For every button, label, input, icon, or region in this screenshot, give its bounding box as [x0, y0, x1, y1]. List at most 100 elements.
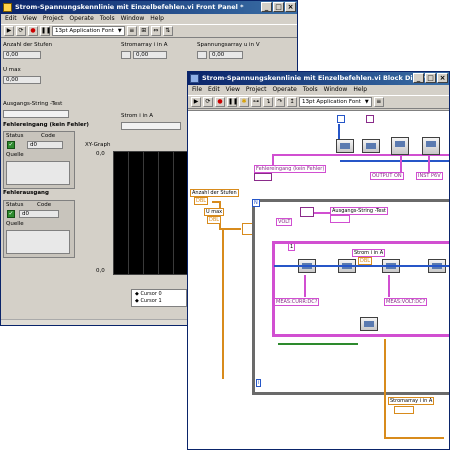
quelle-field[interactable]	[6, 161, 70, 185]
run-continuous-icon[interactable]: ⟳	[203, 97, 213, 107]
cursor-0-item[interactable]: ◆ Cursor 0	[135, 291, 183, 298]
step-into-icon[interactable]: ↴	[263, 97, 273, 107]
strom-terminal[interactable]: DBL	[358, 257, 373, 265]
grid-line	[173, 152, 174, 274]
format-wire	[314, 212, 330, 214]
visa-open-vi[interactable]	[336, 139, 354, 153]
build-array-vi[interactable]	[360, 317, 378, 331]
ausgang-terminal[interactable]	[330, 215, 350, 223]
anzahl-terminal[interactable]: DBL	[194, 197, 209, 205]
menu-edit[interactable]: Edit	[5, 14, 17, 24]
abort-icon[interactable]: ●	[215, 97, 225, 107]
umax-label: U max	[3, 67, 21, 73]
menu-view[interactable]: View	[226, 85, 240, 95]
block-diagram-titlebar[interactable]: Strom-Spannungskennlinie mit Einzelbefeh…	[188, 72, 449, 85]
string-wire	[400, 155, 402, 172]
step-over-icon[interactable]: ↷	[275, 97, 285, 107]
block-diagram-toolbar: ▶ ⟳ ● ❚❚ ✱ ⊶ ↴ ↷ ↥ 13pt Application Font…	[188, 95, 449, 109]
close-button[interactable]: ×	[285, 2, 296, 12]
menu-tools[interactable]: Tools	[100, 14, 115, 24]
run-continuous-icon[interactable]: ⟳	[16, 26, 26, 36]
umax-input[interactable]: 0,00	[3, 76, 41, 84]
code-field[interactable]: d0	[27, 141, 63, 149]
maximize-button[interactable]: □	[273, 2, 284, 12]
reorder-icon[interactable]: ⇅	[162, 26, 173, 36]
distribute-icon[interactable]: ⊞	[138, 26, 149, 36]
chevron-down-icon: ▼	[117, 28, 122, 34]
front-panel-menubar: Edit View Project Operate Tools Window H…	[1, 14, 297, 24]
menu-file[interactable]: File	[192, 85, 202, 95]
visa-config-vi[interactable]	[362, 139, 380, 153]
highlight-execution-icon[interactable]: ✱	[239, 97, 249, 107]
spannungsarray-label: Spannungsarray u in V	[197, 42, 260, 48]
menu-help[interactable]: Help	[353, 85, 367, 95]
close-button[interactable]: ×	[437, 73, 448, 83]
error-constant-node[interactable]	[254, 173, 272, 181]
anzahl-label: Anzahl der Stufen	[3, 42, 53, 48]
pause-icon[interactable]: ❚❚	[227, 97, 238, 107]
menu-operate[interactable]: Operate	[69, 14, 93, 24]
stromarray-label: Stromarray i in A	[121, 42, 168, 48]
volt-constant[interactable]: VOLT	[276, 218, 293, 226]
grid-line	[158, 152, 159, 274]
cursor-legend[interactable]: ◆ Cursor 0 ◆ Cursor 1	[131, 289, 187, 307]
visa-wire-2	[340, 160, 449, 162]
status-checkbox[interactable]: ✓	[7, 141, 15, 149]
menu-help[interactable]: Help	[150, 14, 164, 24]
pause-icon[interactable]: ❚❚	[40, 26, 51, 36]
meas-volt-wire	[388, 275, 390, 297]
xy-graph-plot[interactable]	[113, 151, 189, 275]
maximize-button[interactable]: □	[425, 73, 436, 83]
menu-project[interactable]: Project	[43, 14, 64, 24]
loop-count-terminal[interactable]: N	[252, 199, 260, 207]
minimize-button[interactable]: _	[261, 2, 272, 12]
stromarray-index[interactable]	[121, 51, 131, 59]
meas-curr-constant[interactable]: MEAS:CURR:DC?	[274, 298, 320, 306]
visa-constant[interactable]	[366, 115, 374, 123]
format-string-node[interactable]	[300, 207, 314, 217]
anzahl-input[interactable]: 0,00	[3, 51, 41, 59]
xy-graph-label: XY-Graph	[85, 142, 111, 148]
strom-value	[121, 122, 181, 130]
umax-terminal[interactable]: DBL	[207, 216, 222, 224]
block-diagram-window: Strom-Spannungskennlinie mit Einzelbefeh…	[187, 71, 450, 450]
y-tick-bottom: 0,0	[96, 268, 105, 274]
ausgang-label: Ausgangs-String -Test	[3, 101, 63, 107]
stromarray-value: 0,00	[133, 51, 167, 59]
inst-pre-constant[interactable]: INST P6V	[416, 172, 443, 180]
run-arrow-icon[interactable]: ▶	[191, 97, 201, 107]
cursor-1-item[interactable]: ◆ Cursor 1	[135, 298, 183, 305]
resize-icon[interactable]: ⇔	[150, 26, 161, 36]
stromarray-wire	[384, 339, 386, 439]
menu-edit[interactable]: Edit	[208, 85, 220, 95]
minimize-button[interactable]: _	[413, 73, 424, 83]
front-panel-titlebar[interactable]: Strom-Spannungskennlinie mit Einzelbefeh…	[1, 1, 297, 14]
fehlereingang-terminal[interactable]: Fehlereingang (kein Fehler)	[254, 165, 327, 173]
menu-tools[interactable]: Tools	[303, 85, 318, 95]
spannungsarray-value: 0,00	[209, 51, 243, 59]
stromarray-terminal[interactable]	[394, 406, 414, 414]
quelle-label-2: Quelle	[6, 221, 24, 227]
menu-project[interactable]: Project	[246, 85, 267, 95]
vi-ref-constant[interactable]	[337, 115, 345, 123]
menu-view[interactable]: View	[23, 14, 37, 24]
menu-operate[interactable]: Operate	[272, 85, 296, 95]
status-label-2: Status	[6, 202, 24, 208]
retain-wire-icon[interactable]: ⊶	[251, 97, 261, 107]
font-selector[interactable]: 13pt Application Font ▼	[52, 26, 125, 36]
front-panel-title: Strom-Spannungskennlinie mit Einzelbefeh…	[15, 3, 244, 11]
font-selector[interactable]: 13pt Application Font ▼	[299, 97, 372, 107]
output-on-write-vi[interactable]	[391, 137, 409, 155]
spannungsarray-index[interactable]	[197, 51, 207, 59]
string-wire-2	[428, 155, 430, 172]
step-out-icon[interactable]: ↥	[287, 97, 297, 107]
output-on-constant[interactable]: OUTPUT ON	[370, 172, 404, 180]
meas-volt-constant[interactable]: MEAS:VOLT:DC?	[384, 298, 428, 306]
align-icon[interactable]: ≡	[126, 26, 137, 36]
menu-window[interactable]: Window	[324, 85, 348, 95]
menu-window[interactable]: Window	[121, 14, 145, 24]
abort-icon[interactable]: ●	[28, 26, 38, 36]
run-arrow-icon[interactable]: ▶	[4, 26, 14, 36]
align-icon[interactable]: ≡	[373, 97, 384, 107]
inst-write-vi[interactable]	[422, 137, 440, 155]
